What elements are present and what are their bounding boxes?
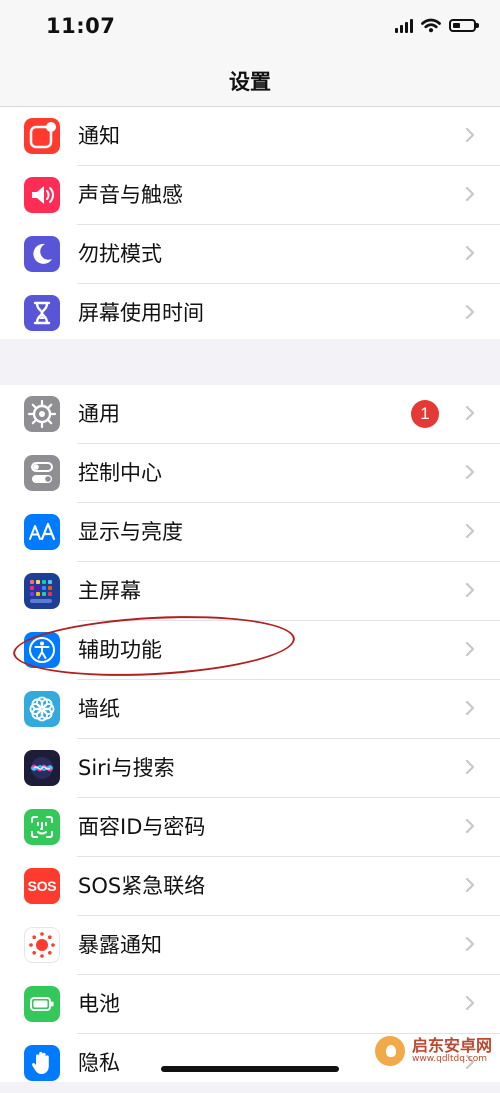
settings-row-label: 声音与触感 xyxy=(78,183,183,207)
chevron-right-icon xyxy=(465,760,475,774)
settings-row-emergency-sos[interactable]: SOS SOS紧急联络 xyxy=(0,857,500,916)
settings-row-label: SOS紧急联络 xyxy=(78,874,206,898)
notifications-icon xyxy=(24,118,60,154)
settings-row-display-brightness[interactable]: 显示与亮度 xyxy=(0,503,500,562)
chevron-right-icon xyxy=(465,819,475,833)
settings-row-label: 屏幕使用时间 xyxy=(78,301,204,325)
watermark-logo-icon xyxy=(372,1034,407,1068)
battery-status-icon xyxy=(449,18,479,32)
settings-row-exposure-notifications[interactable]: 暴露通知 xyxy=(0,916,500,975)
settings-row-wallpaper[interactable]: 墙纸 xyxy=(0,680,500,739)
settings-row-label: 通知 xyxy=(78,124,120,148)
settings-row-home-screen[interactable]: 主屏幕 xyxy=(0,562,500,621)
settings-row-label: 显示与亮度 xyxy=(78,520,183,544)
chevron-right-icon xyxy=(465,701,475,715)
section-gap xyxy=(0,339,500,385)
settings-row-label: 电池 xyxy=(78,992,120,1016)
watermark-url: www.qdltdq.com xyxy=(411,1053,488,1064)
hand-icon xyxy=(24,1045,60,1081)
settings-row-label: 辅助功能 xyxy=(78,638,162,662)
settings-row-label: 控制中心 xyxy=(78,461,162,485)
wifi-icon xyxy=(421,18,441,32)
settings-row-do-not-disturb[interactable]: 勿扰模式 xyxy=(0,225,500,284)
cellular-signal-icon xyxy=(395,17,413,33)
settings-row-label: 主屏幕 xyxy=(78,579,141,603)
chevron-right-icon xyxy=(465,583,475,597)
chevron-right-icon xyxy=(465,187,475,201)
watermark-title: 启东安卓网 xyxy=(411,1035,492,1055)
settings-row-label: 隐私 xyxy=(78,1051,120,1075)
settings-row-label: 墙纸 xyxy=(78,697,120,721)
face-id-icon xyxy=(24,809,60,845)
settings-row-label: 通用 xyxy=(78,402,120,426)
switches-icon xyxy=(24,455,60,491)
settings-row-screen-time[interactable]: 屏幕使用时间 xyxy=(0,284,500,343)
notification-badge: 1 xyxy=(411,400,439,428)
text-size-icon xyxy=(24,514,60,550)
chevron-right-icon xyxy=(465,406,475,420)
status-icons xyxy=(395,17,479,33)
exposure-notification-icon xyxy=(24,927,60,963)
chevron-right-icon xyxy=(465,878,475,892)
chevron-right-icon xyxy=(465,465,475,479)
settings-row-label: 勿扰模式 xyxy=(78,242,162,266)
settings-row-general[interactable]: 通用 1 xyxy=(0,385,500,444)
moon-icon xyxy=(24,236,60,272)
chevron-right-icon xyxy=(465,246,475,260)
sos-icon-text: SOS xyxy=(27,878,57,894)
chevron-right-icon xyxy=(465,996,475,1010)
page-title: 设置 xyxy=(229,70,271,94)
settings-group-2: 通用 1 控制中心 显示与亮度 主屏幕 辅助功能 墙纸 Siri与搜索 面容ID… xyxy=(0,385,500,1082)
speaker-icon xyxy=(24,177,60,213)
settings-row-label: 面容ID与密码 xyxy=(78,815,206,839)
flower-icon xyxy=(24,691,60,727)
watermark-text: 启东安卓网 www.qdltdq.com xyxy=(411,1035,492,1064)
home-indicator[interactable] xyxy=(161,1066,339,1072)
siri-icon xyxy=(24,750,60,786)
navigation-bar: 设置 xyxy=(0,54,500,107)
settings-row-battery[interactable]: 电池 xyxy=(0,975,500,1034)
settings-row-siri-search[interactable]: Siri与搜索 xyxy=(0,739,500,798)
accessibility-icon xyxy=(24,632,60,668)
settings-group-1: 通知 声音与触感 勿扰模式 屏幕使用时间 xyxy=(0,107,500,339)
settings-row-control-center[interactable]: 控制中心 xyxy=(0,444,500,503)
home-screen-grid-icon xyxy=(24,573,60,609)
settings-row-accessibility[interactable]: 辅助功能 xyxy=(0,621,500,680)
gear-icon xyxy=(24,396,60,432)
settings-row-label: Siri与搜索 xyxy=(78,756,175,780)
chevron-right-icon xyxy=(465,642,475,656)
chevron-right-icon xyxy=(465,305,475,319)
chevron-right-icon xyxy=(465,937,475,951)
chevron-right-icon xyxy=(465,128,475,142)
settings-row-label: 暴露通知 xyxy=(78,933,162,957)
settings-row-notifications[interactable]: 通知 xyxy=(0,107,500,166)
hourglass-icon xyxy=(24,295,60,331)
battery-fill xyxy=(453,22,460,28)
battery-icon xyxy=(24,986,60,1022)
sos-icon: SOS xyxy=(24,868,60,904)
status-bar: 11:07 xyxy=(0,0,500,54)
chevron-right-icon xyxy=(465,524,475,538)
status-time: 11:07 xyxy=(46,14,116,38)
watermark: 启东安卓网 www.qdltdq.com xyxy=(372,1034,492,1068)
settings-row-face-id-passcode[interactable]: 面容ID与密码 xyxy=(0,798,500,857)
settings-row-sounds-haptics[interactable]: 声音与触感 xyxy=(0,166,500,225)
